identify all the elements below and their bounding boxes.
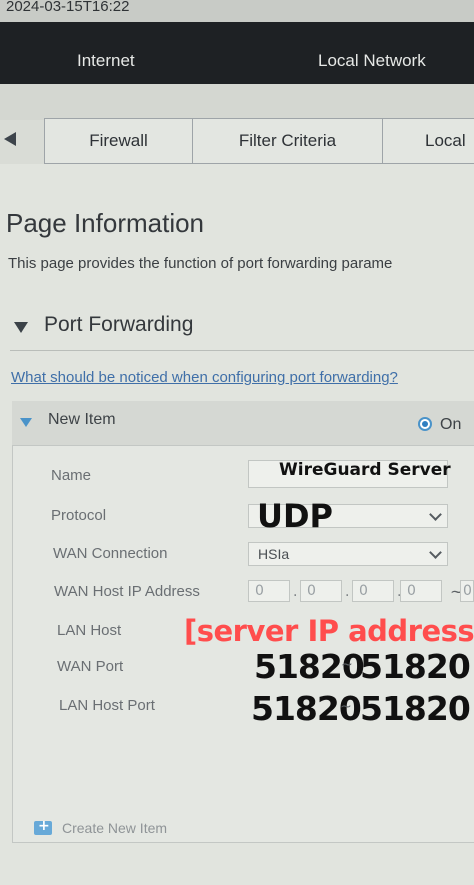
lan-host-port-label: LAN Host Port bbox=[59, 697, 155, 714]
nav-local-network[interactable]: Local Network bbox=[318, 51, 426, 71]
tab-firewall[interactable]: Firewall bbox=[44, 118, 193, 164]
wan-host-ip-label: WAN Host IP Address bbox=[54, 583, 200, 600]
page-description: This page provides the function of port … bbox=[8, 255, 393, 272]
status-bar: 2024-03-15T16:22 bbox=[0, 0, 474, 22]
section-title[interactable]: Port Forwarding bbox=[44, 313, 193, 337]
collapse-triangle-icon[interactable] bbox=[14, 322, 28, 333]
ip-end-octet-1[interactable]: 0 bbox=[460, 580, 474, 602]
scroll-left-icon[interactable] bbox=[4, 132, 16, 146]
wan-port-end[interactable]: 51820 bbox=[360, 647, 471, 686]
name-value: WireGuard Server bbox=[279, 460, 451, 480]
lan-host-label: LAN Host bbox=[57, 622, 122, 639]
help-link[interactable]: What should be noticed when configuring … bbox=[11, 369, 398, 386]
expand-triangle-icon[interactable] bbox=[20, 418, 32, 427]
protocol-label: Protocol bbox=[51, 507, 107, 524]
name-label: Name bbox=[51, 467, 92, 484]
ip-separator: . bbox=[293, 584, 298, 600]
add-item-icon[interactable] bbox=[34, 818, 52, 835]
sub-nav-bar bbox=[0, 84, 474, 120]
on-radio-label: On bbox=[440, 416, 462, 433]
ip-octet-3[interactable]: 0 bbox=[352, 580, 394, 602]
wan-connection-label: WAN Connection bbox=[53, 545, 168, 562]
ip-separator: . bbox=[345, 584, 350, 600]
wan-port-label: WAN Port bbox=[57, 658, 124, 675]
range-separator: ~ bbox=[340, 699, 352, 715]
item-title: New Item bbox=[48, 411, 116, 428]
divider bbox=[10, 350, 474, 351]
protocol-value: UDP bbox=[257, 497, 333, 535]
ip-octet-4[interactable]: 0 bbox=[400, 580, 442, 602]
timestamp: 2024-03-15T16:22 bbox=[6, 0, 130, 15]
tab-bar: Firewall Filter Criteria Local bbox=[0, 118, 474, 164]
wan-connection-value: HSIa bbox=[258, 546, 290, 562]
on-radio-button[interactable] bbox=[418, 417, 432, 431]
lan-host-value: [server IP address] bbox=[184, 614, 474, 648]
lan-host-port-end[interactable]: 51820 bbox=[360, 689, 471, 728]
ip-octet-1[interactable]: 0 bbox=[248, 580, 290, 602]
range-separator: ~ bbox=[341, 657, 353, 673]
ip-octet-2[interactable]: 0 bbox=[300, 580, 342, 602]
create-new-item-button[interactable]: Create New Item bbox=[62, 820, 167, 836]
tab-local[interactable]: Local bbox=[382, 118, 474, 164]
page-title: Page Information bbox=[6, 208, 205, 238]
main-nav: Internet Local Network bbox=[0, 22, 474, 84]
nav-internet[interactable]: Internet bbox=[77, 51, 135, 71]
tab-filter-criteria[interactable]: Filter Criteria bbox=[192, 118, 383, 164]
